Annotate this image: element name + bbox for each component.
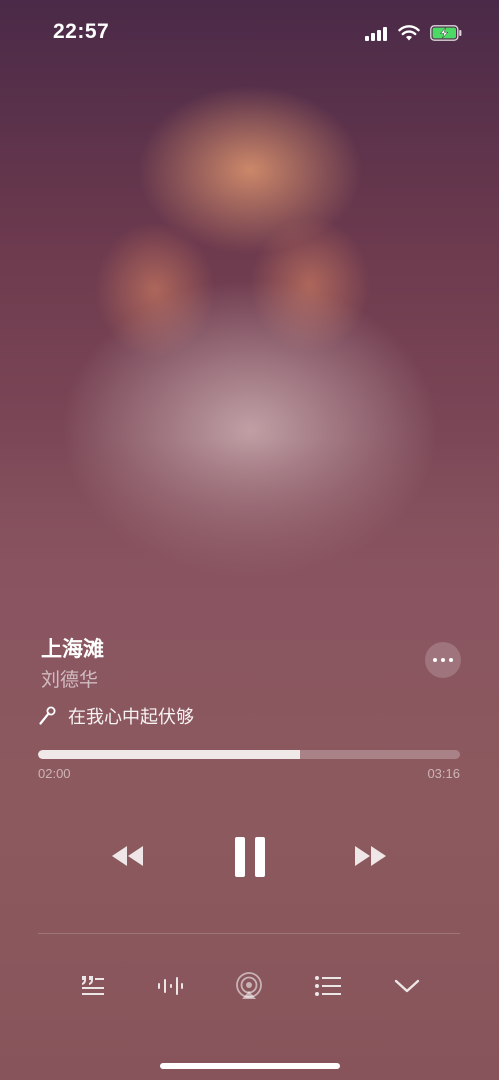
pause-button[interactable] (225, 832, 275, 882)
lyric-text: 在我心中起伏够 (68, 707, 194, 727)
more-options-button[interactable] (425, 642, 461, 678)
lyric-line[interactable]: 在我心中起伏够 (38, 703, 194, 729)
track-title: 上海滩 (41, 638, 104, 661)
rewind-icon (112, 846, 143, 866)
fast-forward-icon (355, 846, 386, 866)
microphone-icon (39, 706, 56, 725)
progress-slider[interactable] (38, 750, 460, 759)
rewind-button[interactable] (106, 838, 150, 874)
queue-button[interactable] (312, 970, 344, 1002)
visualizer-button[interactable] (154, 970, 186, 1002)
artwork-fade (0, 440, 499, 640)
total-duration: 03:16 (427, 766, 460, 781)
status-bar: 22:57 (0, 0, 499, 66)
list-icon (315, 976, 341, 996)
status-time: 22:57 (53, 20, 110, 43)
progress-fill (38, 750, 300, 759)
home-indicator[interactable] (160, 1063, 340, 1069)
lyrics-icon (82, 976, 104, 995)
divider (38, 933, 460, 934)
collapse-button[interactable] (391, 970, 423, 1002)
elapsed-time: 02:00 (38, 766, 71, 781)
pause-icon (235, 837, 265, 877)
chevron-down-icon (394, 979, 420, 993)
battery-charging-icon (430, 25, 462, 41)
waveform-icon (158, 977, 183, 995)
track-artist[interactable]: 刘德华 (41, 665, 98, 692)
fast-forward-button[interactable] (348, 838, 392, 874)
airplay-button[interactable] (233, 970, 265, 1002)
wifi-icon (398, 25, 420, 41)
cellular-signal-icon (365, 27, 389, 41)
ellipsis-icon (431, 658, 455, 662)
lyrics-button[interactable] (76, 970, 108, 1002)
airplay-icon (236, 972, 262, 999)
